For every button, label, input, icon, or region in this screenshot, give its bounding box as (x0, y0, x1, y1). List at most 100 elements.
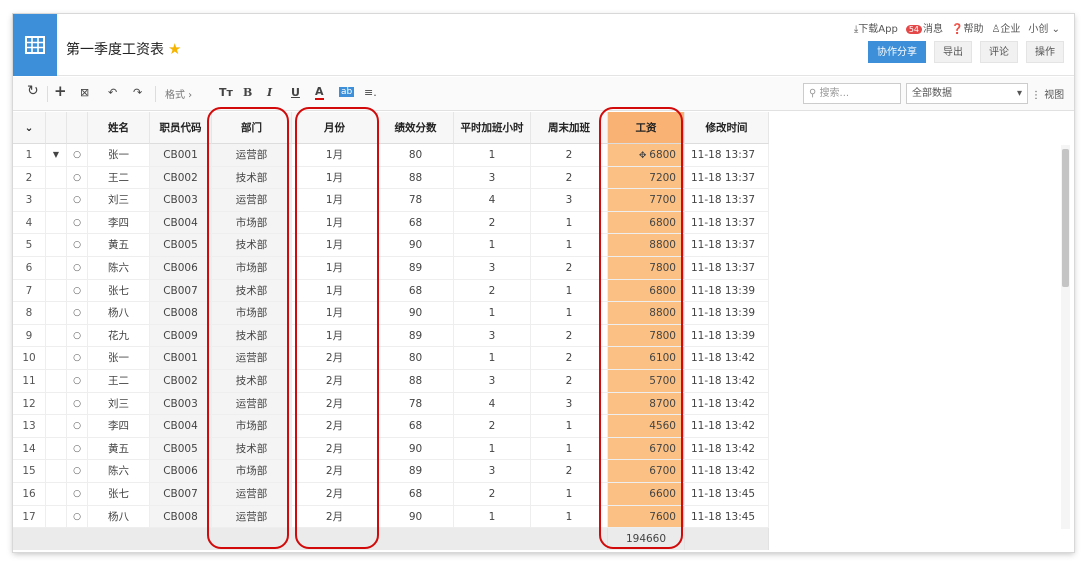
comment-icon[interactable]: ○ (67, 415, 88, 438)
column-header-overtime-hours[interactable]: 平时加班小时 (454, 112, 531, 144)
cell-name[interactable]: 李四 (88, 415, 150, 438)
row-number[interactable]: 5 (13, 234, 46, 257)
cell-employee-code[interactable]: CB007 (150, 483, 212, 506)
refresh-icon[interactable]: ↻ (27, 83, 39, 99)
cell-employee-code[interactable]: CB005 (150, 234, 212, 257)
column-header-name[interactable]: 姓名 (88, 112, 150, 144)
comment-icon[interactable]: ○ (67, 324, 88, 348)
row-number[interactable]: 7 (13, 279, 46, 303)
cell-name[interactable]: 张一 (88, 144, 150, 167)
row-number[interactable]: 10 (13, 347, 46, 370)
cell-name[interactable]: 张七 (88, 483, 150, 506)
cell-name[interactable]: 陈六 (88, 460, 150, 483)
comment-icon[interactable]: ○ (67, 257, 88, 280)
cell-weekend-overtime[interactable]: 1 (531, 302, 608, 325)
cell-employee-code[interactable]: CB004 (150, 415, 212, 438)
cell-overtime-hours[interactable]: 2 (454, 211, 531, 235)
cell-score[interactable]: 80 (378, 144, 454, 167)
comment-icon[interactable]: ○ (67, 505, 88, 529)
cell-weekend-overtime[interactable]: 2 (531, 324, 608, 348)
cell-modified-time[interactable]: 11-18 13:37 (685, 144, 769, 167)
search-input[interactable]: ⚲ 搜索... (803, 83, 901, 104)
cell-overtime-hours[interactable]: 1 (454, 302, 531, 325)
select-all-header[interactable]: ⌄ (13, 112, 46, 144)
add-icon[interactable]: + (54, 82, 67, 100)
cell-employee-code[interactable]: CB004 (150, 211, 212, 235)
view-button[interactable]: ⋮ 视图 (1031, 86, 1064, 101)
row-number[interactable]: 4 (13, 211, 46, 235)
cell-overtime-hours[interactable]: 2 (454, 279, 531, 303)
comment-icon[interactable]: ○ (67, 460, 88, 483)
italic-icon[interactable]: I (267, 86, 272, 99)
cell-weekend-overtime[interactable]: 1 (531, 505, 608, 529)
cell-employee-code[interactable]: CB006 (150, 257, 212, 280)
cell-overtime-hours[interactable]: 2 (454, 483, 531, 506)
cell-modified-time[interactable]: 11-18 13:39 (685, 302, 769, 325)
cell-employee-code[interactable]: CB003 (150, 392, 212, 416)
comment-icon[interactable]: ○ (67, 144, 88, 167)
cell-employee-code[interactable]: CB009 (150, 324, 212, 348)
cell-score[interactable]: 90 (378, 234, 454, 257)
format-menu[interactable]: 格式 › (165, 86, 192, 101)
cell-weekend-overtime[interactable]: 2 (531, 460, 608, 483)
cell-overtime-hours[interactable]: 4 (454, 189, 531, 212)
cell-modified-time[interactable]: 11-18 13:45 (685, 505, 769, 529)
font-size-icon[interactable]: Tт (219, 86, 233, 99)
cell-score[interactable]: 78 (378, 189, 454, 212)
cell-modified-time[interactable]: 11-18 13:45 (685, 483, 769, 506)
cell-weekend-overtime[interactable]: 2 (531, 144, 608, 167)
row-number[interactable]: 16 (13, 483, 46, 506)
comment-icon[interactable]: ○ (67, 347, 88, 370)
cell-weekend-overtime[interactable]: 2 (531, 257, 608, 280)
row-expand-icon[interactable]: ▼ (46, 144, 67, 167)
comment-icon[interactable]: ○ (67, 189, 88, 212)
cell-employee-code[interactable]: CB002 (150, 166, 212, 190)
cell-score[interactable]: 80 (378, 347, 454, 370)
cell-score[interactable]: 68 (378, 211, 454, 235)
cell-name[interactable]: 花九 (88, 324, 150, 348)
comment-icon[interactable]: ○ (67, 392, 88, 416)
comment-icon[interactable]: ○ (67, 234, 88, 257)
cell-name[interactable]: 王二 (88, 166, 150, 190)
cell-modified-time[interactable]: 11-18 13:42 (685, 370, 769, 393)
redo-icon[interactable]: ↷ (133, 86, 142, 99)
cell-modified-time[interactable]: 11-18 13:37 (685, 211, 769, 235)
comment-icon[interactable]: ○ (67, 483, 88, 506)
cell-modified-time[interactable]: 11-18 13:42 (685, 347, 769, 370)
cell-score[interactable]: 88 (378, 370, 454, 393)
messages-link[interactable]: 54 消息 (905, 20, 943, 35)
cell-modified-time[interactable]: 11-18 13:39 (685, 324, 769, 348)
cell-overtime-hours[interactable]: 4 (454, 392, 531, 416)
data-filter-select[interactable]: 全部数据 ▾ (906, 83, 1028, 104)
column-header-employee-code[interactable]: 职员代码 (150, 112, 212, 144)
cell-score[interactable]: 89 (378, 324, 454, 348)
cell-employee-code[interactable]: CB007 (150, 279, 212, 303)
row-number[interactable]: 6 (13, 257, 46, 280)
cell-score[interactable]: 78 (378, 392, 454, 416)
cell-weekend-overtime[interactable]: 2 (531, 370, 608, 393)
excel-icon[interactable]: ⊠ (80, 86, 89, 99)
column-header-weekend-overtime[interactable]: 周末加班 (531, 112, 608, 144)
cell-modified-time[interactable]: 11-18 13:42 (685, 415, 769, 438)
cell-overtime-hours[interactable]: 3 (454, 460, 531, 483)
cell-employee-code[interactable]: CB008 (150, 302, 212, 325)
undo-icon[interactable]: ↶ (108, 86, 117, 99)
cell-weekend-overtime[interactable]: 2 (531, 347, 608, 370)
cell-score[interactable]: 88 (378, 166, 454, 190)
cell-name[interactable]: 张一 (88, 347, 150, 370)
cell-weekend-overtime[interactable]: 3 (531, 189, 608, 212)
comment-icon[interactable]: ○ (67, 279, 88, 303)
row-number[interactable]: 8 (13, 302, 46, 325)
cell-name[interactable]: 李四 (88, 211, 150, 235)
user-menu[interactable]: 小创 ⌄ (1028, 20, 1060, 35)
cell-employee-code[interactable]: CB002 (150, 370, 212, 393)
cell-overtime-hours[interactable]: 1 (454, 144, 531, 167)
cell-name[interactable]: 刘三 (88, 392, 150, 416)
enterprise-link[interactable]: ♙企业 (991, 20, 1020, 35)
comment-button[interactable]: 评论 (980, 41, 1018, 63)
cell-overtime-hours[interactable]: 1 (454, 234, 531, 257)
cell-employee-code[interactable]: CB006 (150, 460, 212, 483)
comment-icon[interactable]: ○ (67, 437, 88, 461)
cell-name[interactable]: 刘三 (88, 189, 150, 212)
export-button[interactable]: 导出 (934, 41, 972, 63)
